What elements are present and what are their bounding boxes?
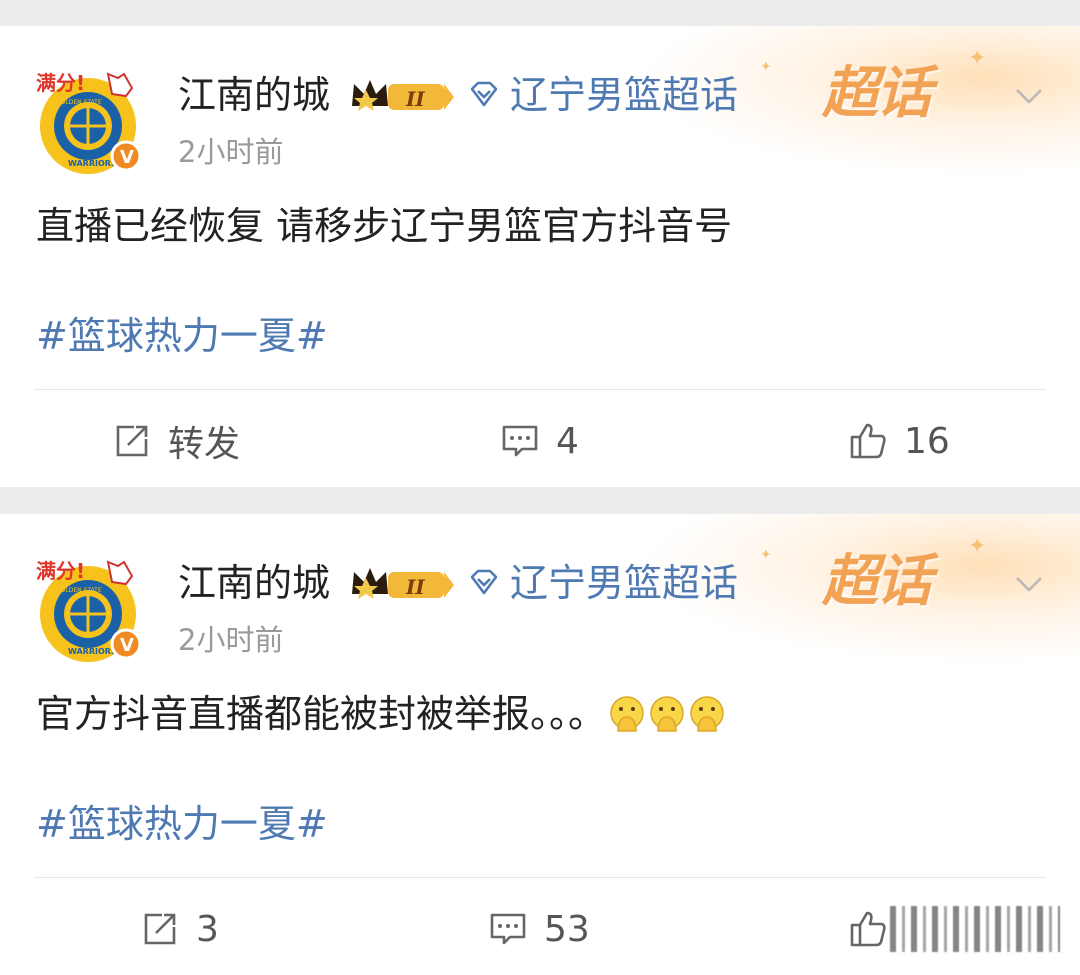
divider — [34, 389, 1046, 390]
clasped-hands-emoji-icon — [690, 696, 724, 732]
member-crown-icon: II — [352, 568, 454, 599]
obscured-text — [890, 906, 1060, 952]
verified-icon: V — [120, 147, 134, 168]
like-button[interactable]: 16 — [848, 416, 950, 466]
verified-icon: V — [120, 635, 134, 656]
post-content-text: 官方抖音直播都能被封被举报。。。 — [36, 692, 607, 736]
avatar[interactable]: 满分! GOLDEN STATE WARRIORS V — [34, 554, 142, 662]
avatar-ring-text: WARRIORS — [68, 159, 117, 168]
repost-label: 转发 — [168, 424, 241, 465]
comment-count: 53 — [544, 908, 590, 950]
sparkle-icon: ✦ — [760, 59, 772, 75]
post-card: ✦ ✦ 超话 满分! GOLDEN STATE WARRIORS V 江南的城 … — [0, 514, 1080, 975]
post-time: 2小时前 — [178, 135, 284, 169]
comment-icon — [502, 425, 538, 457]
member-crown-icon: II — [352, 80, 454, 111]
comment-count: 4 — [556, 420, 579, 462]
comment-icon — [490, 913, 526, 945]
post-content: 直播已经恢复 请移步辽宁男篮官方抖音号 — [36, 204, 733, 248]
supertopic-banner: 超话 — [822, 549, 932, 614]
username[interactable]: 江南的城 — [178, 72, 330, 118]
supertopic-link[interactable]: 辽宁男篮超话 — [466, 560, 738, 606]
member-level: II — [405, 575, 425, 599]
divider — [34, 877, 1046, 878]
comment-button[interactable]: 53 — [488, 904, 590, 954]
sparkle-icon: ✦ — [968, 46, 987, 71]
repost-icon — [116, 425, 148, 457]
sparkle-icon: ✦ — [968, 534, 987, 559]
repost-button[interactable]: 3 — [140, 904, 219, 954]
thumbs-up-icon — [850, 423, 886, 459]
avatar-ring-text: GOLDEN STATE — [56, 99, 102, 106]
comment-button[interactable]: 4 — [500, 416, 579, 466]
hashtag-link[interactable]: #篮球热力一夏# — [36, 312, 328, 360]
chevron-down-icon[interactable] — [1012, 78, 1046, 112]
post-card: ✦ ✦ 超话 满分! GOLDEN STATE WARRIORS V 江南的城 … — [0, 26, 1080, 487]
repost-icon — [144, 913, 176, 945]
repost-button[interactable]: 转发 — [112, 416, 240, 466]
post-time: 2小时前 — [178, 623, 284, 657]
diamond-icon — [470, 81, 498, 107]
clasped-hands-emoji-icon — [610, 696, 644, 732]
avatar-badge-text: 满分! — [36, 71, 85, 95]
repost-count: 3 — [196, 908, 219, 950]
avatar-ring-text: WARRIORS — [68, 647, 117, 656]
supertopic-label: 辽宁男篮超话 — [510, 73, 739, 117]
like-count: 16 — [904, 420, 950, 462]
hashtag-link[interactable]: #篮球热力一夏# — [36, 800, 328, 848]
avatar-badge-text: 满分! — [36, 559, 85, 583]
avatar[interactable]: 满分! GOLDEN STATE WARRIORS V — [34, 66, 142, 174]
thumbs-up-icon — [850, 911, 886, 947]
post-content: 官方抖音直播都能被封被举报。。。 — [36, 690, 726, 738]
member-level: II — [405, 87, 425, 111]
sparkle-icon: ✦ — [760, 547, 772, 563]
diamond-icon — [470, 569, 498, 595]
supertopic-link[interactable]: 辽宁男篮超话 — [466, 72, 738, 118]
chevron-down-icon[interactable] — [1012, 566, 1046, 600]
username[interactable]: 江南的城 — [178, 560, 330, 606]
supertopic-label: 辽宁男篮超话 — [510, 561, 739, 605]
avatar-ring-text: GOLDEN STATE — [56, 587, 102, 594]
supertopic-banner: 超话 — [822, 61, 932, 126]
clasped-hands-emoji-icon — [650, 696, 684, 732]
